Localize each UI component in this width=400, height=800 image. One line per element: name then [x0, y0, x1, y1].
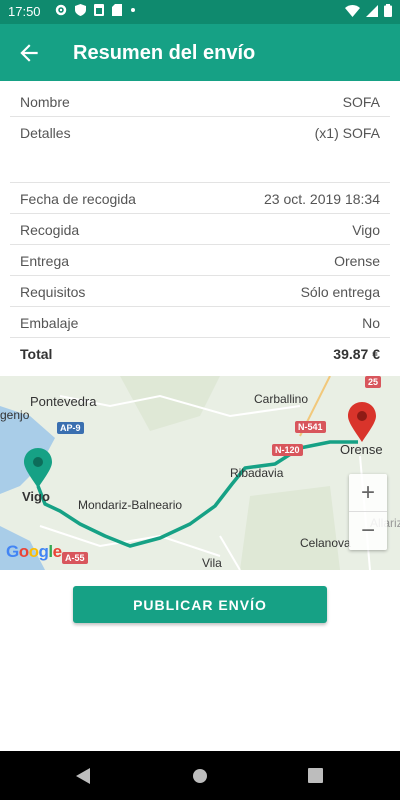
route-map[interactable]: Pontevedra genjo Carballino Vigo Orense …: [0, 376, 400, 570]
row-label: Detalles: [20, 125, 71, 141]
zoom-out-button[interactable]: −: [349, 512, 387, 550]
signal-icon: [366, 4, 378, 17]
summary-row-nombre: Nombre SOFA: [10, 86, 390, 117]
row-label: Fecha de recogida: [20, 191, 136, 207]
row-label: Nombre: [20, 94, 70, 110]
status-notification-icons: [55, 4, 136, 16]
map-zoom-control: + −: [349, 474, 387, 550]
sd-card-icon: [112, 4, 122, 16]
settings-icon: [55, 4, 67, 16]
status-time: 17:50: [8, 4, 41, 19]
row-value: No: [362, 315, 380, 331]
app-bar: Resumen del envío: [0, 24, 400, 81]
map-label-carballino: Carballino: [254, 392, 309, 406]
row-label: Entrega: [20, 253, 70, 269]
road-badge-n120: N-120: [272, 444, 303, 456]
map-label-orense: Orense: [340, 442, 383, 457]
road-badge-a55: A-55: [62, 552, 88, 564]
map-label-ribadavia: Ribadavia: [230, 466, 284, 480]
google-logo: Google: [6, 542, 62, 561]
summary-row-detalles: Detalles (x1) SOFA: [10, 117, 390, 183]
row-value: (x1) SOFA: [314, 125, 380, 141]
wifi-icon: [345, 4, 360, 17]
row-label: Recogida: [20, 222, 80, 238]
row-value: Orense: [334, 253, 380, 269]
battery-icon: [384, 4, 392, 17]
summary-row-requisitos: Requisitos Sólo entrega: [10, 276, 390, 307]
map-label-celanova: Celanova: [300, 536, 351, 550]
publish-shipment-button[interactable]: PUBLICAR ENVÍO: [73, 586, 327, 623]
row-label: Embalaje: [20, 315, 79, 331]
map-label-vila: Vila: [202, 556, 222, 570]
road-badge-ap9: AP-9: [57, 422, 84, 434]
row-value: SOFA: [342, 94, 380, 110]
nav-back-icon[interactable]: [76, 768, 92, 784]
summary-row-recogida: Recogida Vigo: [10, 214, 390, 245]
map-label-vigo: Vigo: [22, 489, 50, 504]
status-bar: 17:50: [0, 0, 400, 24]
summary-row-fecha: Fecha de recogida 23 oct. 2019 18:34: [10, 183, 390, 214]
total-label: Total: [20, 346, 53, 362]
map-label-pontevedra: Pontevedra: [30, 394, 97, 409]
map-label-genjo: genjo: [0, 408, 30, 422]
summary-row-total: Total 39.87 €: [10, 338, 390, 369]
system-nav-bar: [0, 751, 400, 800]
status-system-icons: [345, 4, 392, 17]
summary-row-embalaje: Embalaje No: [10, 307, 390, 338]
row-value: 23 oct. 2019 18:34: [264, 191, 380, 207]
page-title: Resumen del envío: [73, 42, 256, 64]
row-value: Sólo entrega: [300, 284, 380, 300]
total-value: 39.87 €: [333, 346, 380, 362]
badge-icon: [94, 4, 104, 16]
nav-recents-icon[interactable]: [308, 768, 323, 783]
row-label: Requisitos: [20, 284, 86, 300]
dot-icon: [131, 8, 135, 12]
back-arrow-icon[interactable]: [16, 40, 42, 66]
shipment-summary: Nombre SOFA Detalles (x1) SOFA Fecha de …: [10, 86, 390, 369]
summary-row-entrega: Entrega Orense: [10, 245, 390, 276]
shield-icon: [75, 4, 86, 16]
nav-home-icon[interactable]: [192, 768, 208, 784]
row-value: Vigo: [352, 222, 380, 238]
road-badge-e25: 25: [365, 376, 382, 388]
road-badge-n541: N-541: [295, 421, 326, 433]
map-label-mondariz: Mondariz-Balneario: [78, 498, 183, 512]
zoom-in-button[interactable]: +: [349, 474, 387, 512]
